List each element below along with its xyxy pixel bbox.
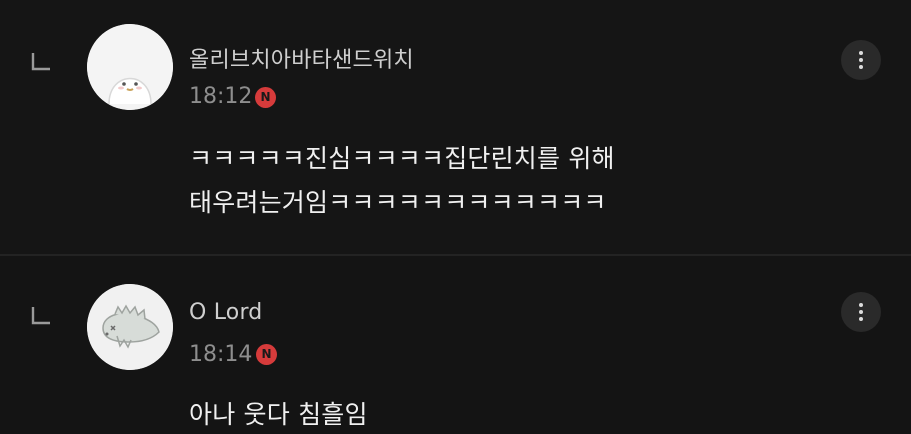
more-options-button[interactable] [841,292,881,332]
more-vertical-icon [859,310,863,314]
comment-time: 18:14 [189,342,253,367]
more-vertical-icon [859,51,863,55]
author-name[interactable]: O Lord [189,300,262,325]
more-vertical-icon [859,317,863,321]
comment-text-line: 아나 웃다 침흘임 [189,400,368,429]
more-vertical-icon [859,303,863,307]
dinosaur-character-avatar-icon [87,284,173,370]
avatar[interactable] [87,284,173,370]
avatar[interactable] [87,24,173,110]
more-options-button[interactable] [841,40,881,80]
new-badge-icon: N [256,344,277,365]
new-badge-icon: N [255,87,276,108]
author-name[interactable]: 올리브치아바타샌드위치 [189,42,414,74]
new-badge-letter: N [260,90,271,104]
more-vertical-icon [859,65,863,69]
reply-arrow-icon [31,53,50,71]
comment-text-line: ㅋㅋㅋㅋㅋ진심ㅋㅋㅋㅋ집단린치를 위해 [189,144,615,173]
comment-item: O Lord 18:14 N 아나 웃다 침흘임 [0,256,911,434]
comment-time: 18:12 [189,84,253,109]
smiling-character-avatar-icon [87,24,173,110]
more-vertical-icon [859,58,863,62]
reply-arrow-icon [31,307,50,325]
comment-text-line: 태우려는거임ㅋㅋㅋㅋㅋㅋㅋㅋㅋㅋㅋㅋ [189,188,607,217]
new-badge-letter: N [261,347,272,361]
comment-item: 올리브치아바타샌드위치 18:12 N ㅋㅋㅋㅋㅋ진심ㅋㅋㅋㅋ집단린치를 위해 … [0,0,911,254]
